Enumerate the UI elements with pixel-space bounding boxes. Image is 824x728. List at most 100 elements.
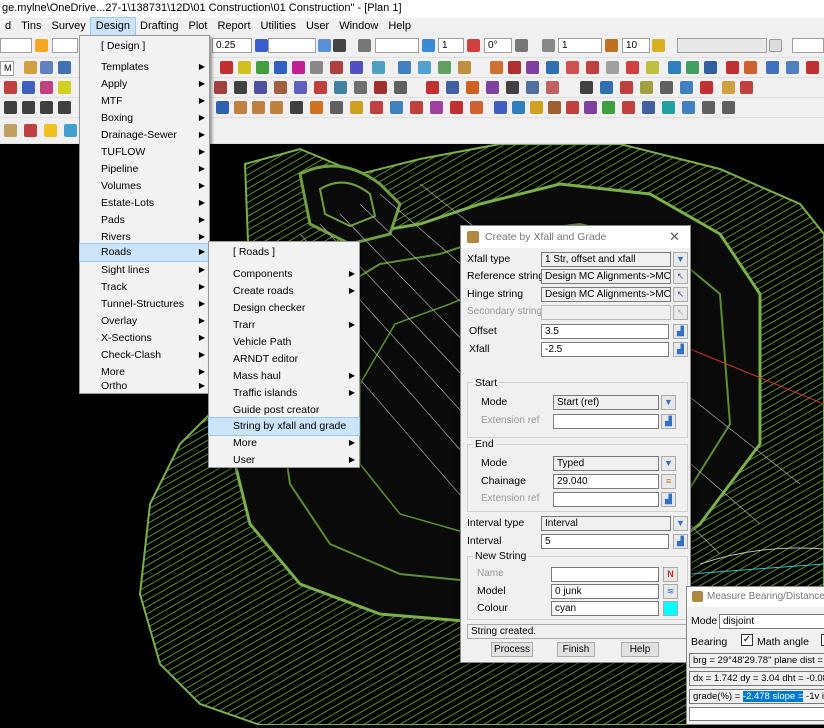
colour-tool-icon[interactable] bbox=[660, 81, 673, 94]
text-d-icon[interactable] bbox=[270, 101, 283, 114]
attributes-icon[interactable] bbox=[600, 81, 613, 94]
menu-item-pipeline[interactable]: Pipeline ▶ bbox=[80, 161, 209, 178]
start-extension-field[interactable] bbox=[553, 414, 659, 429]
undo-icon[interactable] bbox=[586, 61, 599, 74]
settings-j-icon[interactable] bbox=[662, 101, 675, 114]
menu-user[interactable]: User bbox=[301, 18, 334, 36]
menu-item-pads[interactable]: Pads ▶ bbox=[80, 212, 209, 229]
settings-g-icon[interactable] bbox=[602, 101, 615, 114]
text-c-icon[interactable] bbox=[252, 101, 265, 114]
snap-end-icon[interactable] bbox=[274, 61, 287, 74]
window-icon[interactable] bbox=[786, 61, 799, 74]
string-join-icon[interactable] bbox=[254, 81, 267, 94]
dim-icon[interactable] bbox=[330, 101, 343, 114]
start-mode-select[interactable]: Start (ref) bbox=[553, 395, 659, 410]
string-delete-icon[interactable] bbox=[374, 81, 387, 94]
model-list-icon[interactable]: ≋ bbox=[663, 584, 678, 599]
reference-string-field[interactable]: Design MC Alignments->MC3 bbox=[541, 269, 671, 284]
settings-a-icon[interactable] bbox=[494, 101, 507, 114]
snap-tin-icon[interactable] bbox=[372, 61, 385, 74]
layout-icon[interactable] bbox=[766, 61, 779, 74]
measure-mode-field[interactable]: disjoint bbox=[719, 614, 824, 629]
name-field[interactable] bbox=[551, 567, 659, 582]
offset-field[interactable]: 3.5 bbox=[541, 324, 669, 339]
tool-b-icon[interactable] bbox=[22, 81, 35, 94]
layout-d-icon[interactable] bbox=[64, 124, 77, 137]
pen-tool-icon[interactable] bbox=[490, 61, 503, 74]
pencil-icon[interactable] bbox=[652, 39, 665, 52]
calculator-icon[interactable]: ▟ bbox=[673, 342, 688, 357]
xfall-field[interactable]: -2.5 bbox=[541, 342, 669, 357]
shape-d-icon[interactable] bbox=[58, 101, 71, 114]
settings-k-icon[interactable] bbox=[682, 101, 695, 114]
settings-h-icon[interactable] bbox=[622, 101, 635, 114]
weight-tool-icon[interactable] bbox=[700, 81, 713, 94]
menu-help[interactable]: Help bbox=[383, 18, 416, 36]
end-extension-field[interactable] bbox=[553, 492, 659, 507]
grid-icon[interactable] bbox=[606, 61, 619, 74]
star-icon[interactable] bbox=[44, 124, 57, 137]
string-trim-icon[interactable] bbox=[314, 81, 327, 94]
roads-item-design-checker[interactable]: Design checker bbox=[209, 300, 359, 317]
settings-e-icon[interactable] bbox=[566, 101, 579, 114]
menu-item-boxing[interactable]: Boxing ▶ bbox=[80, 110, 209, 127]
dim-e-icon[interactable] bbox=[410, 101, 423, 114]
menu-item-mtf[interactable]: MTF ▶ bbox=[80, 93, 209, 110]
calculator-icon[interactable]: ▟ bbox=[661, 492, 676, 507]
roads-item-trarr[interactable]: Trarr ▶ bbox=[209, 317, 359, 334]
string-fillet-icon[interactable] bbox=[334, 81, 347, 94]
dim-c-icon[interactable] bbox=[370, 101, 383, 114]
roads-item-traffic-islands[interactable]: Traffic islands ▶ bbox=[209, 385, 359, 402]
clip-icon[interactable] bbox=[646, 61, 659, 74]
naming-icon[interactable]: N bbox=[663, 567, 678, 582]
text-a-icon[interactable] bbox=[216, 101, 229, 114]
properties-icon[interactable] bbox=[580, 81, 593, 94]
menu-item-tunnel-structures[interactable]: Tunnel-Structures ▶ bbox=[80, 296, 209, 313]
colour-swatch-icon[interactable] bbox=[35, 39, 48, 52]
process-button[interactable]: Process bbox=[491, 642, 533, 657]
roads-item-create-roads[interactable]: Create roads ▶ bbox=[209, 283, 359, 300]
pen-icon[interactable] bbox=[333, 39, 346, 52]
text-size-field[interactable]: 10 bbox=[622, 38, 650, 53]
menu-item-ortho[interactable]: Ortho ▶ bbox=[80, 378, 209, 395]
linestyle-field[interactable] bbox=[268, 38, 316, 53]
calculator-icon[interactable]: ▟ bbox=[673, 534, 688, 549]
angle-field[interactable]: 0° bbox=[484, 38, 512, 53]
tool-a-icon[interactable] bbox=[4, 81, 17, 94]
dim-f-icon[interactable] bbox=[430, 101, 443, 114]
interval-field[interactable]: 5 bbox=[541, 534, 669, 549]
text-icon[interactable] bbox=[605, 39, 618, 52]
dropdown-arrow-icon[interactable]: ▼ bbox=[673, 516, 688, 531]
menu-item-templates[interactable]: Templates ▶ bbox=[80, 59, 209, 76]
menu-window[interactable]: Window bbox=[334, 18, 383, 36]
label-tool-icon[interactable] bbox=[546, 61, 559, 74]
add-icon[interactable] bbox=[769, 39, 782, 52]
string-offset-icon[interactable] bbox=[294, 81, 307, 94]
roads-item-user[interactable]: User ▶ bbox=[209, 452, 359, 469]
m-button[interactable]: M bbox=[0, 61, 14, 76]
delete-icon[interactable] bbox=[566, 61, 579, 74]
model-field[interactable]: 0 junk bbox=[551, 584, 659, 599]
help-button[interactable]: Help bbox=[621, 642, 659, 657]
angle-icon[interactable] bbox=[467, 39, 480, 52]
roads-item-string-by-xfall-and-grade[interactable]: String by xfall and grade bbox=[208, 417, 360, 436]
string-edit-icon[interactable] bbox=[214, 81, 227, 94]
menu-item-volumes[interactable]: Volumes ▶ bbox=[80, 178, 209, 195]
dropdown-arrow-icon[interactable]: ▼ bbox=[661, 456, 676, 471]
symbol-field[interactable] bbox=[375, 38, 419, 53]
menu-item-tuflow[interactable]: TUFLOW ▶ bbox=[80, 144, 209, 161]
colour-field[interactable]: cyan bbox=[551, 601, 659, 616]
snap-name-icon[interactable] bbox=[350, 61, 363, 74]
view-redraw-icon[interactable] bbox=[458, 61, 471, 74]
explode-icon[interactable] bbox=[546, 81, 559, 94]
menu-item-roads[interactable]: Roads ▶ bbox=[79, 243, 210, 262]
settings-i-icon[interactable] bbox=[642, 101, 655, 114]
string-vertex-icon[interactable] bbox=[354, 81, 367, 94]
string-tool-icon[interactable] bbox=[508, 61, 521, 74]
settings-b-icon[interactable] bbox=[512, 101, 525, 114]
chainage-field[interactable]: 29.040 bbox=[553, 474, 659, 489]
roads-item-more[interactable]: More ▶ bbox=[209, 435, 359, 452]
close-view-icon[interactable] bbox=[806, 61, 819, 74]
roads-item-guide-post-creator[interactable]: Guide post creator bbox=[209, 402, 359, 419]
line-weight-icon[interactable] bbox=[255, 39, 268, 52]
